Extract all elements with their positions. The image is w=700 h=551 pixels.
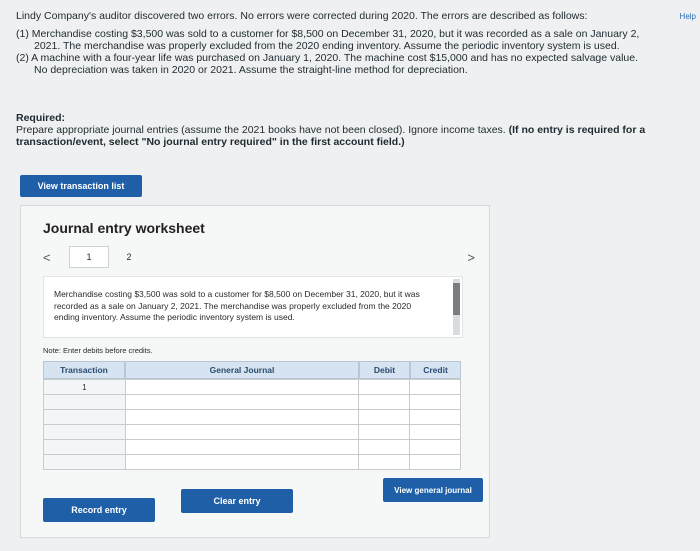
view-general-journal-button[interactable]: View general journal — [383, 478, 483, 502]
transaction-cell — [43, 439, 126, 455]
chevron-left-icon[interactable]: < — [43, 250, 51, 265]
tab-transaction-1[interactable]: 1 — [69, 246, 109, 268]
table-row — [43, 424, 461, 440]
transaction-cell — [43, 409, 126, 425]
journal-entry-worksheet: Journal entry worksheet < 1 2 > Merchand… — [20, 205, 490, 538]
view-transaction-list-button[interactable]: View transaction list — [20, 175, 142, 197]
journal-grid: 1 — [43, 379, 461, 470]
account-field[interactable] — [124, 439, 360, 455]
credit-field[interactable] — [409, 409, 461, 425]
account-field[interactable] — [124, 454, 360, 470]
account-field[interactable] — [124, 409, 360, 425]
transaction-number: 1 — [43, 379, 126, 395]
problem-intro: Lindy Company's auditor discovered two e… — [16, 10, 588, 22]
debit-field[interactable] — [358, 394, 411, 410]
account-field[interactable] — [124, 379, 360, 395]
debit-field[interactable] — [358, 439, 411, 455]
error-1-line2: 2021. The merchandise was properly exclu… — [34, 40, 620, 52]
debit-field[interactable] — [358, 379, 411, 395]
required-instruction: Prepare appropriate journal entries (ass… — [16, 124, 684, 148]
credit-field[interactable] — [409, 454, 461, 470]
header-credit: Credit — [410, 361, 461, 379]
transaction-tabs: 1 2 — [69, 246, 149, 268]
chevron-right-icon[interactable]: > — [467, 250, 475, 265]
debit-field[interactable] — [358, 424, 411, 440]
clear-entry-button[interactable]: Clear entry — [181, 489, 293, 513]
account-field[interactable] — [124, 424, 360, 440]
required-label: Required: — [16, 112, 66, 124]
entry-note: Note: Enter debits before credits. — [43, 346, 153, 355]
error-1-line1: (1) Merchandise costing $3,500 was sold … — [16, 28, 640, 40]
credit-field[interactable] — [409, 379, 461, 395]
debit-field[interactable] — [358, 454, 411, 470]
table-row: 1 — [43, 379, 461, 395]
account-field[interactable] — [124, 394, 360, 410]
transaction-description-box: Merchandise costing $3,500 was sold to a… — [43, 276, 463, 338]
debit-field[interactable] — [358, 409, 411, 425]
general-journal-table: Transaction General Journal Debit Credit… — [43, 361, 461, 473]
credit-field[interactable] — [409, 439, 461, 455]
header-general-journal: General Journal — [125, 361, 359, 379]
credit-field[interactable] — [409, 394, 461, 410]
table-row — [43, 409, 461, 425]
scrollbar-thumb[interactable] — [453, 283, 460, 315]
table-row — [43, 454, 461, 470]
required-section: Required: Prepare appropriate journal en… — [16, 112, 684, 148]
error-2-line1: (2) A machine with a four-year life was … — [16, 52, 639, 64]
error-2-line2: No depreciation was taken in 2020 or 202… — [34, 64, 468, 76]
table-row — [43, 439, 461, 455]
record-entry-button[interactable]: Record entry — [43, 498, 155, 522]
transaction-cell — [43, 424, 126, 440]
description-scrollbar[interactable] — [453, 279, 460, 335]
table-row — [43, 394, 461, 410]
transaction-cell — [43, 394, 126, 410]
transaction-description: Merchandise costing $3,500 was sold to a… — [54, 289, 420, 322]
header-transaction: Transaction — [43, 361, 125, 379]
header-debit: Debit — [359, 361, 410, 379]
credit-field[interactable] — [409, 424, 461, 440]
problem-statement: Lindy Company's auditor discovered two e… — [16, 10, 684, 76]
transaction-cell — [43, 454, 126, 470]
tab-transaction-2[interactable]: 2 — [109, 246, 149, 268]
worksheet-title: Journal entry worksheet — [43, 220, 205, 236]
required-instruction-text: Prepare appropriate journal entries (ass… — [16, 124, 506, 136]
